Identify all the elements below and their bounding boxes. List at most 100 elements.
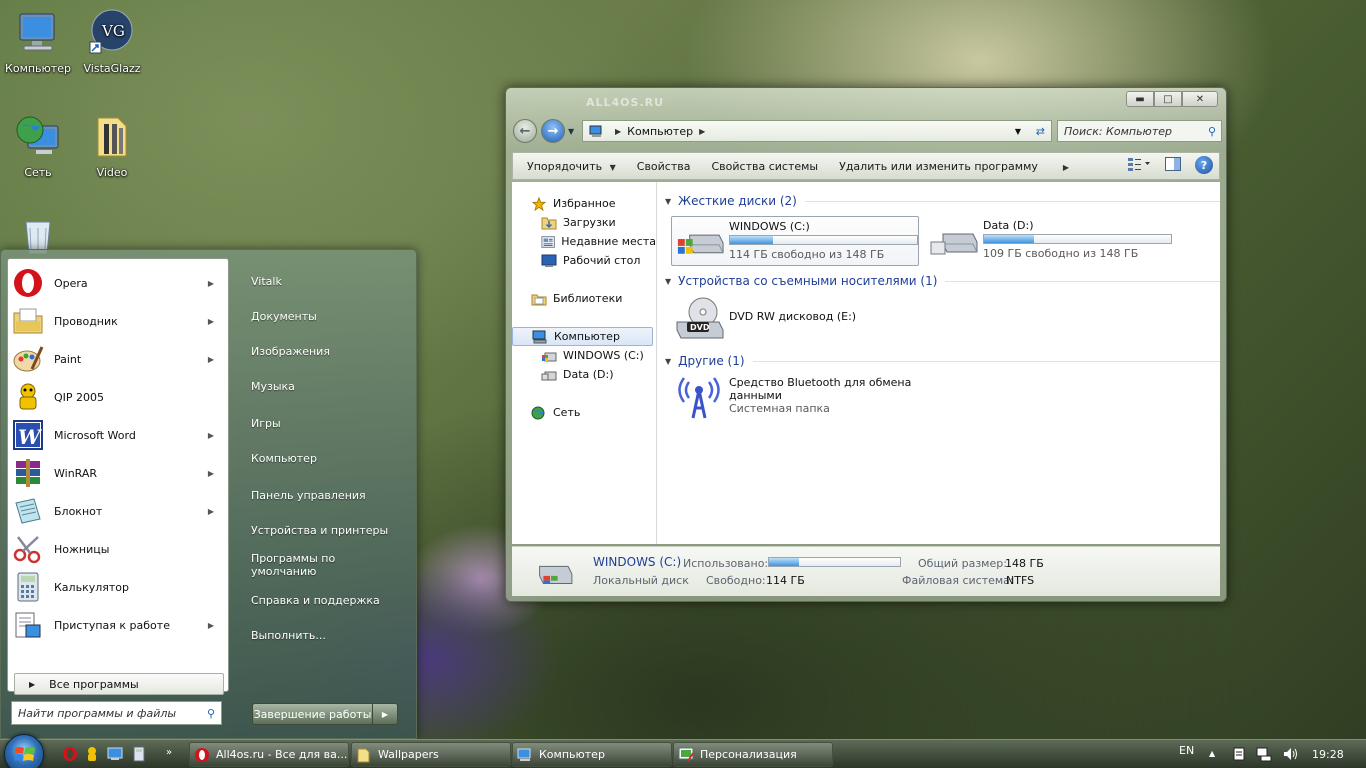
- desktop-icon-network[interactable]: Сеть: [0, 112, 76, 179]
- details-usage-bar: [768, 557, 901, 567]
- program-snipping-tool[interactable]: Ножницы: [12, 531, 224, 567]
- drive-item-d[interactable]: Data (D:) 109 ГБ свободно из 148 ГБ: [925, 216, 1195, 266]
- computer-icon: [19, 13, 55, 51]
- program-winrar[interactable]: WinRAR ▶: [12, 455, 224, 491]
- nav-item-computer[interactable]: Компьютер: [512, 327, 653, 346]
- refresh-icon[interactable]: ⇄: [1036, 125, 1045, 138]
- breadcrumb-arrow-icon[interactable]: ▶: [699, 127, 705, 136]
- submenu-arrow-icon[interactable]: ▶: [208, 279, 214, 288]
- start-link-music[interactable]: Музыка: [251, 380, 401, 393]
- address-dropdown-icon[interactable]: ▼: [1015, 127, 1021, 136]
- all-programs-button[interactable]: ▶ Все программы: [14, 673, 224, 695]
- taskbar-item-wallpapers[interactable]: Wallpapers: [351, 742, 511, 767]
- forward-button[interactable]: →: [541, 119, 565, 143]
- more-commands-button[interactable]: ▶: [1051, 160, 1082, 173]
- show-hidden-icons-button[interactable]: ▲: [1209, 749, 1215, 758]
- properties-button[interactable]: Свойства: [629, 160, 704, 173]
- bluetooth-item[interactable]: Средство Bluetooth для обмена данными Си…: [671, 374, 919, 424]
- submenu-arrow-icon[interactable]: ▶: [208, 317, 214, 326]
- shutdown-options-button[interactable]: ▶: [373, 703, 398, 725]
- qip-quicklaunch-icon[interactable]: [84, 746, 100, 762]
- preview-pane-button[interactable]: [1165, 156, 1181, 174]
- desktop-icon-video[interactable]: Video: [74, 112, 150, 179]
- start-link-control-panel[interactable]: Панель управления: [251, 489, 401, 502]
- shutdown-button[interactable]: Завершение работы: [252, 703, 373, 725]
- program-getting-started[interactable]: Приступая к работе ▶: [12, 607, 224, 643]
- nav-item-drive-c[interactable]: WINDOWS (C:): [512, 346, 656, 365]
- minimize-button[interactable]: ▬: [1126, 91, 1154, 107]
- group-hard-disks[interactable]: ▼ Жесткие диски (2): [665, 194, 1220, 208]
- desktop-icon-label: VistaGlazz: [83, 62, 141, 75]
- program-notepad[interactable]: Блокнот ▶: [12, 493, 224, 529]
- program-opera[interactable]: Opera ▶: [12, 265, 224, 301]
- group-removable[interactable]: ▼ Устройства со съемными носителями (1): [665, 274, 1220, 288]
- start-link-games[interactable]: Игры: [251, 417, 401, 430]
- start-link-user[interactable]: Vitalk: [251, 275, 401, 288]
- desktop-icon-vistaglazz[interactable]: VG VistaGlazz: [74, 8, 150, 75]
- desktop-icon-computer[interactable]: Компьютер: [0, 8, 76, 75]
- dvd-drive-icon: DVD: [676, 297, 724, 339]
- search-icon[interactable]: ⚲: [207, 707, 215, 720]
- language-indicator[interactable]: EN: [1179, 744, 1194, 757]
- start-search-input[interactable]: Найти программы и файлы ⚲: [11, 701, 222, 725]
- nav-item-desktop[interactable]: Рабочий стол: [512, 251, 656, 270]
- start-link-computer[interactable]: Компьютер: [251, 452, 401, 465]
- address-bar[interactable]: ▶ Компьютер ▶ ▼ ⇄: [582, 120, 1052, 142]
- action-center-icon[interactable]: [1231, 746, 1247, 762]
- recent-pages-dropdown[interactable]: ▼: [568, 127, 574, 136]
- breadcrumb-computer[interactable]: Компьютер: [627, 125, 693, 138]
- nav-item-network[interactable]: Сеть: [512, 403, 656, 422]
- program-paint[interactable]: Paint ▶: [12, 341, 224, 377]
- uninstall-program-button[interactable]: Удалить или изменить программу: [831, 160, 1051, 173]
- calculator-quicklaunch-icon[interactable]: [131, 746, 147, 762]
- start-link-default-programs[interactable]: Программы по умолчанию: [251, 552, 361, 578]
- nav-item-downloads[interactable]: Загрузки: [512, 213, 656, 232]
- close-button[interactable]: ✕: [1182, 91, 1218, 107]
- nav-label: Data (D:): [563, 368, 614, 381]
- submenu-arrow-icon[interactable]: ▶: [208, 469, 214, 478]
- organize-button[interactable]: Упорядочить ▼: [519, 160, 629, 173]
- submenu-arrow-icon[interactable]: ▶: [208, 431, 214, 440]
- start-link-documents[interactable]: Документы: [251, 310, 401, 323]
- taskbar-item-computer[interactable]: Компьютер: [512, 742, 672, 767]
- forward-arrow-icon: →: [547, 123, 559, 139]
- explorer-window[interactable]: ALL4OS.RU ▬ □ ✕ ← → ▼ ▶ Компьютер ▶ ▼ ⇄ …: [505, 87, 1227, 602]
- group-other[interactable]: ▼ Другие (1): [665, 354, 1220, 368]
- search-input[interactable]: Поиск: Компьютер ⚲: [1057, 120, 1222, 142]
- nav-item-favorites[interactable]: Избранное: [512, 194, 656, 213]
- change-view-button[interactable]: [1127, 157, 1151, 174]
- start-button[interactable]: [4, 734, 44, 768]
- program-calculator[interactable]: Калькулятор: [12, 569, 224, 605]
- opera-quicklaunch-icon[interactable]: [62, 746, 78, 762]
- clock[interactable]: 19:28: [1312, 748, 1344, 761]
- submenu-arrow-icon[interactable]: ▶: [208, 621, 214, 630]
- submenu-arrow-icon[interactable]: ▶: [208, 507, 214, 516]
- taskbar-item-personalization[interactable]: Персонализация: [673, 742, 833, 767]
- maximize-button[interactable]: □: [1154, 91, 1182, 107]
- search-icon[interactable]: ⚲: [1208, 125, 1216, 138]
- volume-icon[interactable]: [1282, 746, 1298, 762]
- nav-item-recent-places[interactable]: Недавние места: [512, 232, 656, 251]
- breadcrumb-arrow-icon[interactable]: ▶: [615, 127, 621, 136]
- show-desktop-icon[interactable]: [107, 746, 123, 762]
- system-properties-button[interactable]: Свойства системы: [704, 160, 832, 173]
- drive-item-c[interactable]: WINDOWS (C:) 114 ГБ свободно из 148 ГБ: [671, 216, 919, 266]
- start-link-run[interactable]: Выполнить...: [251, 629, 401, 642]
- dvd-drive-item[interactable]: DVD DVD RW дисковод (E:): [671, 294, 919, 344]
- details-fs-value: NTFS: [1006, 574, 1035, 587]
- quicklaunch-overflow-icon[interactable]: »: [166, 747, 172, 758]
- back-button[interactable]: ←: [513, 119, 537, 143]
- start-link-help[interactable]: Справка и поддержка: [251, 594, 401, 607]
- help-button[interactable]: ?: [1195, 156, 1213, 174]
- taskbar-item-opera[interactable]: All4os.ru - Все для ва...: [189, 742, 349, 767]
- submenu-arrow-icon[interactable]: ▶: [208, 355, 214, 364]
- program-explorer[interactable]: Проводник ▶: [12, 303, 224, 339]
- nav-item-libraries[interactable]: Библиотеки: [512, 289, 656, 308]
- program-word[interactable]: W Microsoft Word ▶: [12, 417, 224, 453]
- start-link-devices-printers[interactable]: Устройства и принтеры: [251, 524, 401, 537]
- downloads-folder-icon: [541, 217, 557, 229]
- program-qip[interactable]: QIP 2005: [12, 379, 224, 415]
- nav-item-drive-d[interactable]: Data (D:): [512, 365, 656, 384]
- network-tray-icon[interactable]: [1256, 746, 1272, 762]
- start-link-pictures[interactable]: Изображения: [251, 345, 401, 358]
